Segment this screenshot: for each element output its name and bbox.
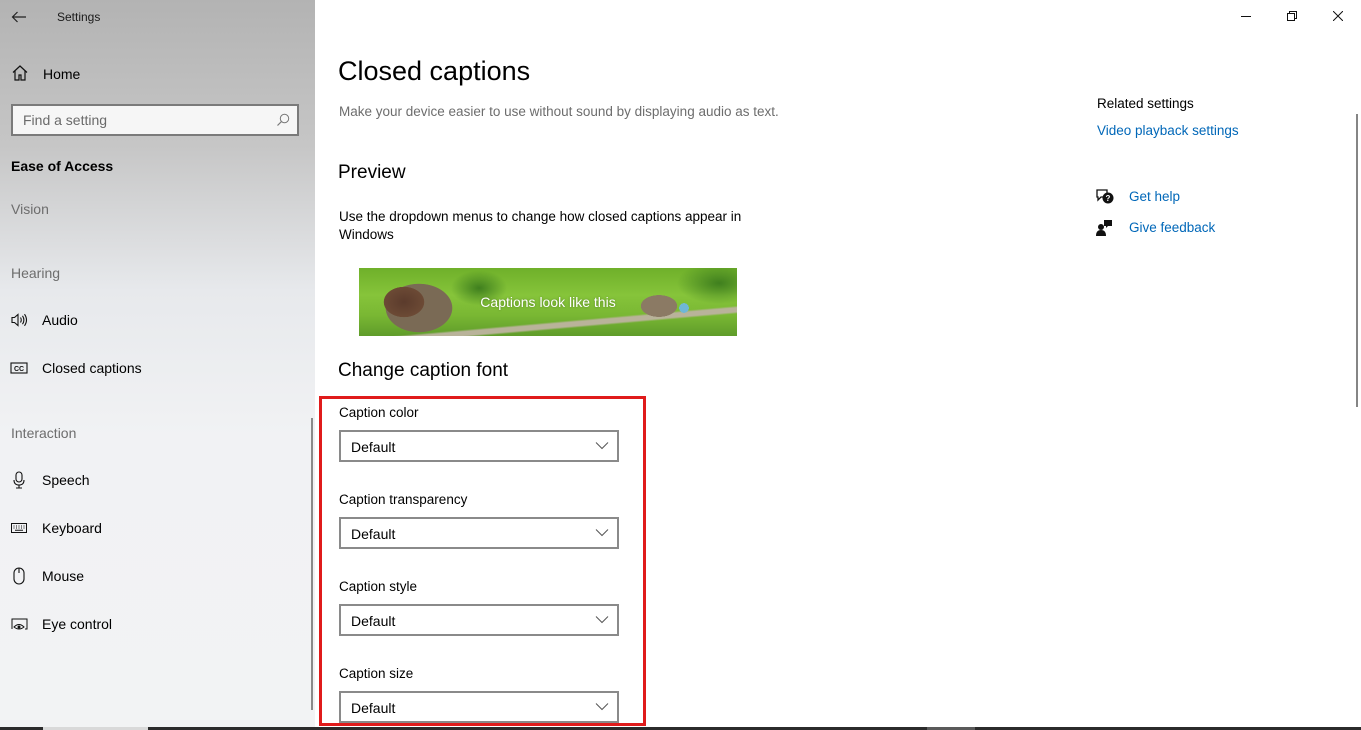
back-arrow-icon: [11, 11, 26, 23]
page-title: Closed captions: [338, 56, 531, 86]
caption-size-dropdown[interactable]: Default: [339, 691, 619, 723]
caption-style-label: Caption style: [339, 579, 418, 594]
sidebar-item-label: Speech: [42, 472, 90, 488]
main-scrollbar[interactable]: [1356, 114, 1358, 407]
get-help-icon: ?: [1096, 189, 1114, 204]
preview-caption-text: Captions look like this: [480, 294, 616, 310]
video-playback-settings-link[interactable]: Video playback settings: [1097, 123, 1239, 138]
search-input[interactable]: [13, 106, 297, 134]
give-feedback-link[interactable]: Give feedback: [1095, 217, 1295, 239]
sidebar-item-label: Eye control: [42, 616, 113, 632]
sidebar-item-home[interactable]: Home: [0, 58, 315, 88]
dropdown-value: Default: [351, 526, 396, 542]
give-feedback-label: Give feedback: [1129, 220, 1216, 235]
svg-text:?: ?: [1106, 194, 1111, 203]
related-settings-title: Related settings: [1097, 96, 1194, 111]
caption-font-heading: Change caption font: [338, 360, 509, 381]
sidebar-item-eye-control[interactable]: Eye control: [0, 609, 310, 639]
caption-style-dropdown[interactable]: Default: [339, 604, 619, 636]
chevron-down-icon: [595, 442, 609, 450]
preview-heading: Preview: [338, 162, 406, 183]
sidebar-item-keyboard[interactable]: Keyboard: [0, 513, 310, 543]
sidebar-item-mouse[interactable]: Mouse: [0, 561, 310, 591]
close-button[interactable]: [1315, 0, 1361, 32]
mouse-icon: [10, 567, 28, 585]
sidebar-scrollbar[interactable]: [311, 418, 313, 710]
closed-captions-icon: CC: [10, 359, 28, 377]
back-button[interactable]: [8, 6, 30, 28]
preview-description: Use the dropdown menus to change how clo…: [339, 209, 742, 242]
svg-text:CC: CC: [14, 366, 24, 373]
main-content: Closed captions Make your device easier …: [315, 0, 1361, 727]
dropdown-value: Default: [351, 439, 396, 455]
caption-color-label: Caption color: [339, 405, 419, 420]
search-box[interactable]: [11, 104, 299, 136]
chevron-down-icon: [595, 529, 609, 537]
title-bar: Settings: [0, 0, 315, 34]
group-label-interaction: Interaction: [11, 425, 77, 441]
sidebar-item-label: Audio: [42, 312, 78, 328]
sidebar-item-label: Keyboard: [42, 520, 102, 536]
section-title: Ease of Access: [11, 158, 114, 174]
restore-button[interactable]: [1269, 0, 1315, 32]
sidebar: Settings Home Ease of Access Vision Hear…: [0, 0, 315, 727]
group-label-hearing: Hearing: [11, 265, 61, 281]
caption-transparency-label: Caption transparency: [339, 492, 468, 507]
keyboard-icon: [10, 519, 28, 537]
dropdown-value: Default: [351, 613, 396, 629]
eye-control-icon: [10, 615, 28, 633]
minimize-icon: [1241, 16, 1251, 17]
sidebar-item-speech[interactable]: Speech: [0, 465, 310, 495]
chevron-down-icon: [595, 703, 609, 711]
app-title: Settings: [57, 10, 101, 24]
close-icon: [1333, 11, 1343, 21]
sidebar-item-audio[interactable]: Audio: [0, 305, 310, 335]
caption-size-label: Caption size: [339, 666, 414, 681]
caption-preview-image: Captions look like this: [359, 268, 737, 336]
home-icon: [11, 64, 29, 87]
group-label-vision: Vision: [11, 201, 49, 217]
sidebar-item-closed-captions[interactable]: CC Closed captions: [0, 353, 310, 383]
minimize-button[interactable]: [1223, 0, 1269, 32]
give-feedback-icon: [1096, 220, 1112, 236]
chevron-down-icon: [595, 616, 609, 624]
sidebar-item-label: Mouse: [42, 568, 85, 584]
speaker-icon: [10, 311, 28, 329]
window-controls: [1223, 0, 1361, 32]
page-description: Make your device easier to use without s…: [339, 104, 779, 119]
get-help-link[interactable]: ? Get help: [1095, 186, 1295, 208]
get-help-label: Get help: [1129, 189, 1181, 204]
search-icon[interactable]: [275, 112, 291, 133]
sidebar-item-label: Closed captions: [42, 360, 142, 376]
microphone-icon: [10, 471, 28, 489]
caption-transparency-dropdown[interactable]: Default: [339, 517, 619, 549]
dropdown-value: Default: [351, 700, 396, 716]
sidebar-item-label: Home: [43, 66, 81, 82]
caption-color-dropdown[interactable]: Default: [339, 430, 619, 462]
restore-icon: [1287, 11, 1297, 21]
